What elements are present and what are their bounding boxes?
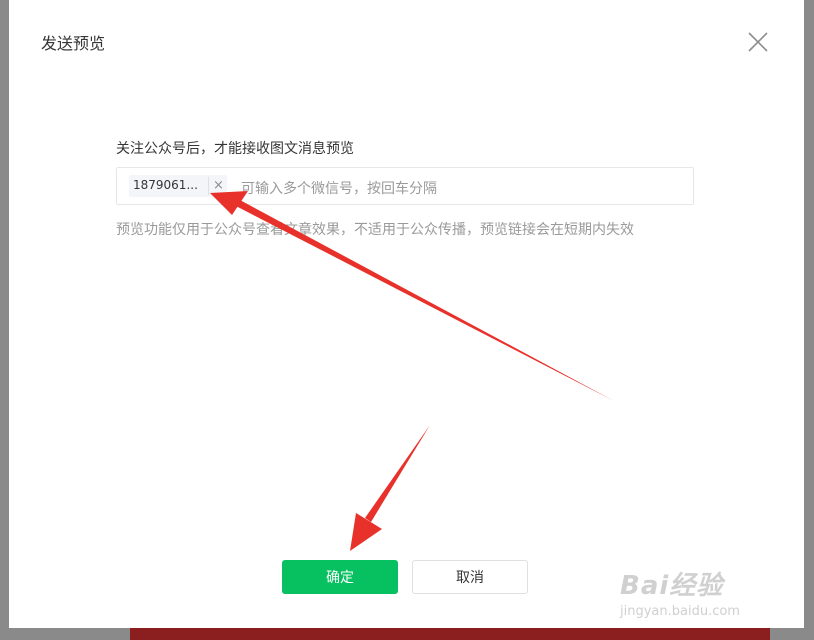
annotation-arrow-to-tag bbox=[210, 191, 614, 401]
watermark-url: jingyan.baidu.com bbox=[620, 604, 740, 619]
watermark-brand: Bai经验 bbox=[620, 571, 724, 601]
annotation-arrows bbox=[210, 191, 614, 551]
watermark: Bai经验 jingyan.baidu.com bbox=[620, 565, 740, 619]
annotation-arrow-to-confirm bbox=[350, 425, 430, 551]
